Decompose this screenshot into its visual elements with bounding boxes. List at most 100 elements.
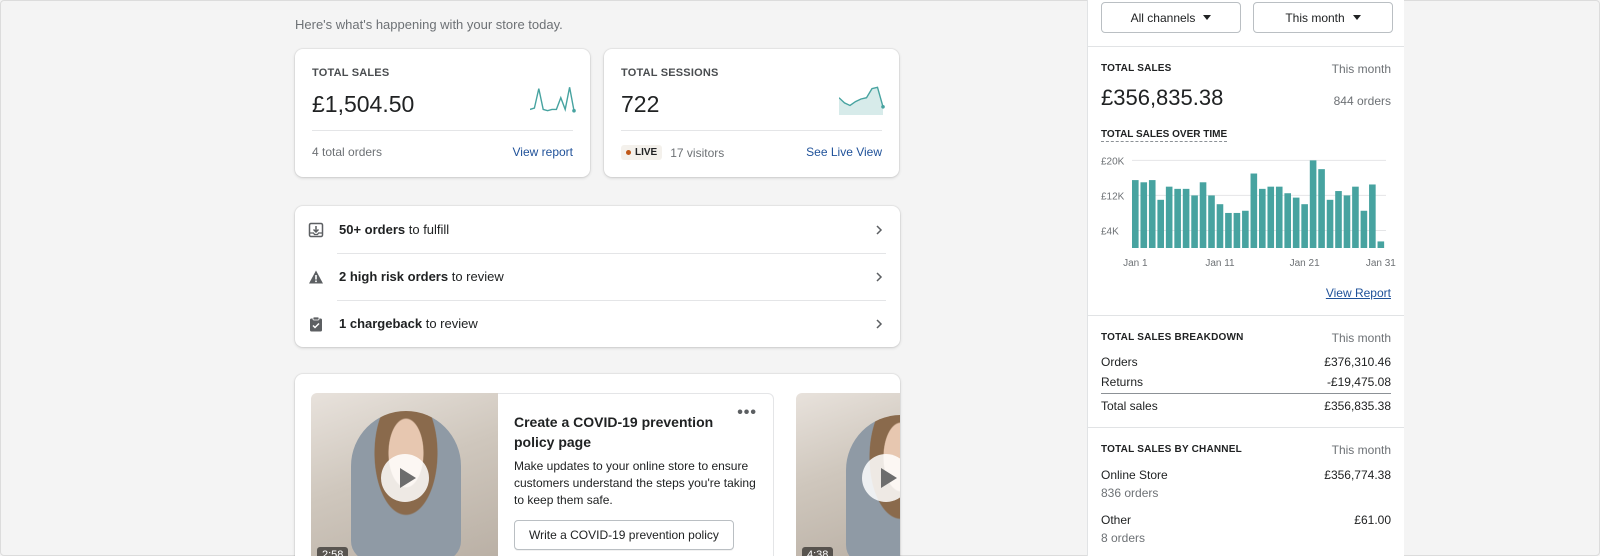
live-badge: LIVE — [621, 145, 663, 160]
sessions-footer: LIVE 17 visitors — [621, 145, 724, 160]
sparkline-end-dot — [572, 108, 576, 113]
y-tick-label: £20K — [1101, 156, 1125, 167]
total-sessions-card: TOTAL SESSIONS 722 LIVE 17 visitors See … — [604, 49, 899, 177]
view-report-link[interactable]: View Report — [1326, 286, 1391, 300]
warning-icon — [309, 270, 323, 283]
total-sales-period: This month — [1331, 62, 1391, 76]
chart-bar — [1182, 188, 1190, 248]
video-card-body: Create a COVID-19 prevention policy page… — [498, 393, 774, 556]
chart-bar — [1335, 191, 1342, 248]
task-high-risk-orders[interactable]: 2 high risk orders to review — [295, 253, 900, 300]
chart-bar — [1157, 199, 1165, 248]
total-sales-value: £1,504.50 — [312, 91, 415, 117]
play-icon[interactable] — [381, 454, 429, 502]
tasks-card: 50+ orders to fulfill 2 high risk orders… — [295, 206, 900, 347]
divider — [1088, 427, 1404, 428]
chart-bar — [1148, 180, 1156, 248]
total-sales-heading: TOTAL SALES — [1101, 63, 1172, 74]
total-sales-card: TOTAL SALES £1,504.50 4 total orders Vie… — [295, 49, 590, 177]
task-chargeback[interactable]: 1 chargeback to review — [295, 300, 900, 347]
more-options-icon[interactable]: ••• — [737, 404, 757, 422]
task-orders-to-fulfill[interactable]: 50+ orders to fulfill — [295, 206, 900, 253]
write-policy-button[interactable]: Write a COVID-19 prevention policy — [514, 520, 734, 550]
breakdown-heading: TOTAL SALES BREAKDOWN — [1101, 332, 1244, 343]
live-dot-icon — [626, 150, 631, 155]
x-tick-label: Jan 11 — [1205, 258, 1235, 269]
divider — [621, 130, 882, 131]
channel-orders-other: 8 orders — [1101, 531, 1146, 545]
clipboard-icon — [310, 316, 322, 331]
task-label: 2 high risk orders to review — [339, 269, 504, 284]
channel-orders-online-store: 836 orders — [1101, 486, 1159, 500]
chart-bar — [1208, 195, 1215, 248]
caret-down-icon — [1203, 15, 1212, 20]
chart-bar — [1318, 169, 1325, 248]
chart-bar — [1343, 195, 1351, 248]
see-live-view-link[interactable]: See Live View — [806, 145, 882, 159]
total-sessions-value: 722 — [621, 91, 660, 117]
x-tick-label: Jan 1 — [1123, 258, 1148, 269]
video-thumbnail-next[interactable]: 4:38 — [796, 393, 900, 556]
chart-bar — [1191, 195, 1198, 248]
panel-total-orders: 844 orders — [1333, 94, 1391, 108]
sparkline-area — [839, 87, 883, 115]
divider — [1088, 315, 1404, 316]
channel-filter-dropdown[interactable]: All channels — [1101, 2, 1241, 33]
divider — [1088, 46, 1404, 47]
x-tick-label: Jan 31 — [1366, 258, 1396, 269]
channel-filter-label: All channels — [1130, 10, 1196, 25]
total-sales-label: TOTAL SALES — [312, 67, 390, 79]
chart-bar — [1360, 210, 1368, 248]
chart-bar — [1309, 160, 1317, 248]
chart-bar — [1259, 188, 1266, 248]
visitors-text: 17 visitors — [670, 145, 725, 160]
chart-bar — [1174, 188, 1181, 248]
video-title: Create a COVID-19 prevention policy page — [514, 414, 714, 450]
chart-bar — [1292, 197, 1300, 248]
chart-bar — [1369, 184, 1376, 248]
chart-bar — [1242, 210, 1249, 248]
download-box-icon — [308, 222, 324, 237]
chart-bar — [1165, 186, 1173, 248]
chart-bar — [1132, 180, 1139, 248]
y-tick-label: £12K — [1101, 191, 1125, 202]
chart-bar — [1275, 186, 1283, 248]
live-badge-label: LIVE — [635, 147, 658, 158]
by-channel-heading: TOTAL SALES BY CHANNEL — [1101, 444, 1242, 455]
chevron-right-icon — [876, 318, 883, 329]
video-carousel-card: 2:58 Create a COVID-19 prevention policy… — [295, 374, 900, 556]
caret-down-icon — [1352, 15, 1361, 20]
by-channel-period: This month — [1331, 443, 1391, 457]
sales-over-time-title: TOTAL SALES OVER TIME — [1101, 129, 1228, 142]
breakdown-row-returns: Returns -£19,475.08 — [1101, 375, 1391, 389]
total-orders-text: 4 total orders — [312, 145, 383, 159]
chart-bar — [1284, 193, 1292, 248]
chart-bar — [1199, 182, 1207, 248]
breakdown-row-orders: Orders £376,310.46 — [1101, 355, 1391, 369]
total-sessions-label: TOTAL SESSIONS — [621, 67, 719, 79]
period-filter-dropdown[interactable]: This month — [1253, 2, 1393, 33]
divider — [312, 130, 573, 131]
breakdown-period: This month — [1331, 331, 1391, 345]
chevron-right-icon — [876, 271, 883, 282]
channel-row-other: Other £61.00 — [1101, 513, 1391, 527]
chart-bar — [1216, 204, 1224, 248]
channel-row-online-store: Online Store £356,774.38 — [1101, 468, 1391, 482]
chart-bar — [1233, 212, 1241, 248]
chart-bar — [1140, 182, 1148, 248]
video-thumbnail[interactable]: 2:58 — [311, 393, 498, 556]
period-filter-label: This month — [1285, 10, 1345, 25]
sales-over-time-chart: £20K £12K £4K Jan 1 Jan 11 Jan 21 Jan 31 — [1101, 156, 1396, 269]
chart-bar — [1250, 173, 1258, 248]
view-report-link[interactable]: View report — [513, 145, 573, 159]
page-subtitle: Here's what's happening with your store … — [295, 17, 563, 32]
panel-total-sales-value: £356,835.38 — [1101, 85, 1224, 110]
sparkline-line — [530, 87, 575, 112]
sessions-sparkline — [839, 86, 885, 115]
x-tick-label: Jan 21 — [1290, 258, 1320, 269]
chart-bar — [1267, 186, 1275, 248]
video-duration: 2:58 — [317, 547, 349, 556]
video-description: Make updates to your online store to ens… — [514, 459, 756, 507]
video-duration: 4:38 — [802, 547, 834, 556]
divider — [1101, 393, 1391, 394]
